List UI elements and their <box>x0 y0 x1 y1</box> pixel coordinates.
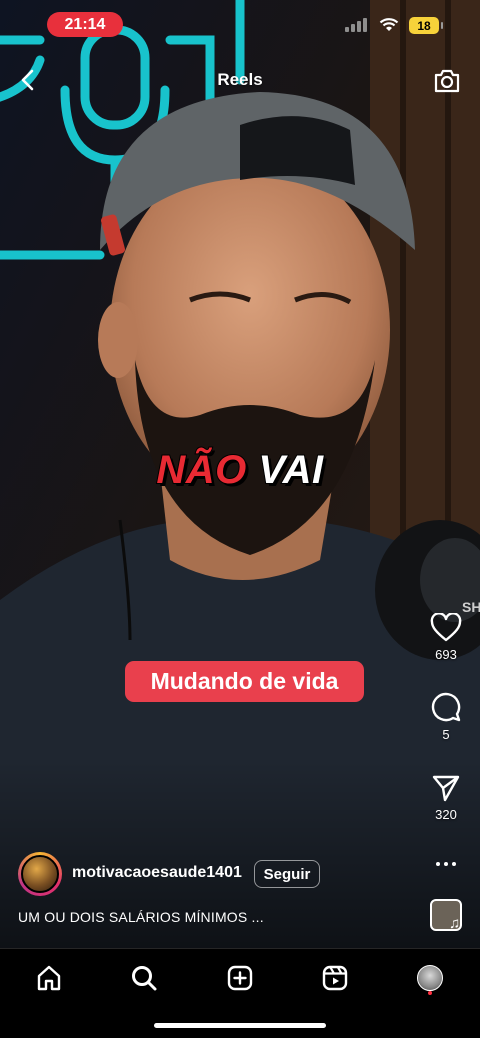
music-note-icon: ♫ <box>449 915 461 932</box>
notification-dot <box>428 991 432 995</box>
page-title: Reels <box>217 70 263 89</box>
status-time: 21:14 <box>47 12 123 37</box>
more-options-button[interactable] <box>430 852 462 876</box>
follow-button[interactable]: Seguir <box>254 860 320 888</box>
nav-reels[interactable] <box>315 961 355 995</box>
cellular-signal-icon <box>345 18 367 32</box>
home-indicator[interactable] <box>154 1023 326 1028</box>
share-action[interactable]: 320 <box>420 773 472 822</box>
avatar-image <box>21 855 59 893</box>
ellipsis-icon <box>436 862 440 866</box>
nav-search[interactable] <box>124 961 164 995</box>
comment-count: 5 <box>442 727 450 742</box>
battery-indicator: 18 <box>409 17 443 34</box>
reels-screen: SH 21:14 18 Reels NÃO VAI Mudando de vid… <box>0 0 480 1038</box>
caption-word-1: NÃO <box>155 447 247 493</box>
avatar <box>417 965 443 991</box>
plus-square-icon <box>227 965 253 991</box>
comment-bubble-icon[interactable] <box>430 691 462 723</box>
camera-button[interactable] <box>430 64 464 98</box>
home-icon <box>37 965 61 991</box>
search-icon <box>132 966 157 991</box>
like-count: 693 <box>435 647 457 662</box>
author-username[interactable]: motivacaoesaude1401 <box>72 864 242 882</box>
comment-action[interactable]: 5 <box>420 691 472 742</box>
heart-icon[interactable] <box>430 613 462 643</box>
status-bar: 21:14 18 <box>0 0 480 48</box>
share-count: 320 <box>435 807 457 822</box>
caption-pill: Mudando de vida <box>125 661 364 702</box>
reels-icon <box>322 965 348 991</box>
caption-word-2: VAI <box>257 447 324 493</box>
paper-plane-icon[interactable] <box>431 773 461 803</box>
nav-create[interactable] <box>220 961 260 995</box>
camera-icon <box>434 69 460 93</box>
wifi-icon <box>379 18 399 31</box>
video-caption: NÃO VAI <box>0 447 480 493</box>
like-action[interactable]: 693 <box>420 613 472 662</box>
nav-profile[interactable] <box>410 961 450 995</box>
nav-home[interactable] <box>29 961 69 995</box>
reel-description[interactable]: UM OU DOIS SALÁRIOS MÍNIMOS ... <box>18 909 264 925</box>
author-avatar[interactable] <box>18 852 62 896</box>
